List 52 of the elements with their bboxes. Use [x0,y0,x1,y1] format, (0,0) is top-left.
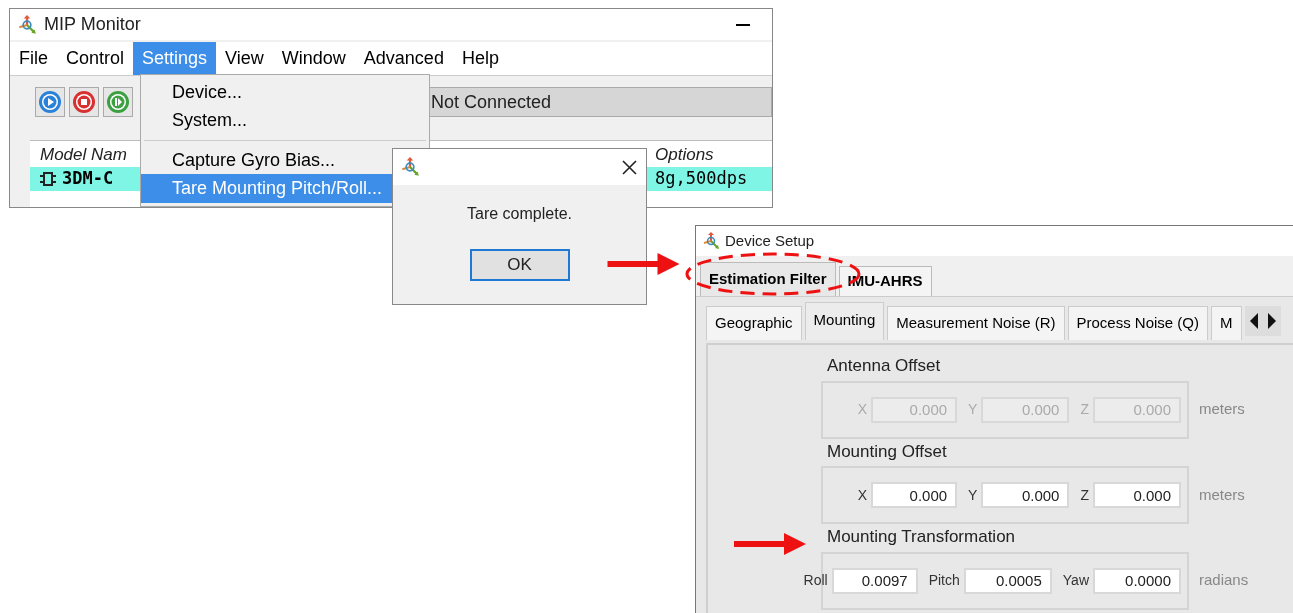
ok-button[interactable]: OK [469,249,570,281]
annotation-arrow [734,533,806,555]
tab[interactable]: Measurement Noise (R) [887,306,1065,340]
chip-icon [40,172,56,186]
field-label: Z [1080,400,1089,419]
dialog-message: Tare complete. [466,204,573,224]
menu-item[interactable]: Advanced [354,42,453,75]
window-title: MIP Monitor [44,13,141,36]
number-field[interactable]: 0.0097 [831,567,918,594]
unit-label: meters [1199,399,1245,420]
axes-icon [16,13,38,36]
menu-item[interactable]: Help [452,42,508,75]
field-label: X [857,400,868,419]
tab[interactable]: M [1211,306,1242,340]
close-icon[interactable] [622,159,637,175]
field-label: Yaw [1062,571,1089,590]
menu-item[interactable]: View [216,42,273,75]
field-label: X [857,485,868,505]
window-title: Device Setup [725,230,815,251]
menu-item[interactable]: Window [272,42,355,75]
number-field[interactable]: 0.000 [1093,482,1181,508]
group-title: Mounting Offset [826,440,948,463]
table-cell-text: 3DM-C [62,167,114,191]
resume-button[interactable] [103,87,133,117]
group-title: Antenna Offset [826,355,942,377]
unit-label: radians [1199,570,1249,591]
axes-icon [701,231,721,251]
play-button[interactable] [35,87,65,117]
group-title: Mounting Transformation [826,526,1017,548]
axes-icon [399,156,421,178]
stop-button[interactable] [69,87,99,117]
tab[interactable]: Process Noise (Q) [1067,306,1209,340]
menu-item[interactable]: File [10,42,57,75]
field-label: Roll [803,571,828,590]
number-field[interactable]: 0.000 [871,482,958,508]
column-header: Options [655,143,715,166]
field-label: Pitch [928,571,960,590]
minimize-icon[interactable] [736,23,750,26]
table-cell-text: 8g,500dps [655,167,749,191]
menu-item[interactable]: Control [57,42,134,75]
unit-label: meters [1199,484,1245,505]
number-field[interactable]: 0.0005 [963,567,1052,594]
number-field[interactable]: 0.0000 [1093,567,1181,594]
field-label: Y [968,485,978,505]
column-header: Model Nam [40,143,127,166]
tab[interactable]: IMU-AHRS [838,266,932,296]
tab[interactable]: Geographic [706,306,802,340]
tab[interactable]: Mounting [804,302,885,340]
number-field[interactable]: 0.000 [981,482,1070,508]
tab[interactable]: Estimation Filter [700,262,836,296]
field-label: Y [968,400,978,419]
field-label: Z [1080,485,1089,505]
